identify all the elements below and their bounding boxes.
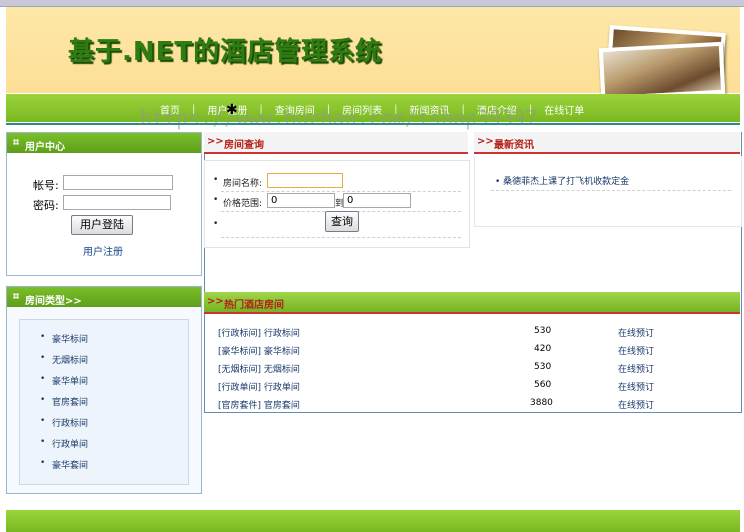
room-type-cell[interactable]: [无烟标间] 无烟标间 [218, 362, 300, 375]
header-banner: 基于.NET的酒店管理系统 [6, 7, 740, 101]
room-type-item[interactable]: • 豪华套间 [40, 458, 88, 471]
news-list: • 桑德菲杰上课了打飞机收款定金 [474, 156, 742, 227]
news-item[interactable]: • 桑德菲杰上课了打飞机收款定金 [495, 174, 629, 187]
room-type-list: • 豪华标间 • 无烟标间 • 豪华单间 • 官房套间 • 行政标间 • 行政单间 • 豪华套… [19, 319, 189, 485]
register-link[interactable]: 用户注册 [83, 243, 123, 258]
price-to-input[interactable] [343, 193, 411, 208]
room-type-item[interactable]: • 豪华标间 [40, 332, 88, 345]
grid-dots-icon [13, 293, 19, 299]
room-query-title: 房间查询 [224, 140, 264, 151]
price-range-label: 价格范围: [223, 199, 263, 209]
row-divider [491, 190, 731, 191]
account-input[interactable] [63, 175, 173, 190]
nav-online-order[interactable]: 在线订单 [544, 102, 584, 117]
news-header: >> 最新资讯 [474, 132, 740, 154]
price-cell: 3880 [530, 398, 553, 408]
user-center-panel: 用户中心 帐号: 密码: 用户登陆 用户注册 [6, 132, 202, 276]
room-type-cell[interactable]: [官房套件] 官房套间 [218, 398, 300, 411]
double-chevron-icon: >> [477, 136, 494, 147]
password-label: 密码: [33, 199, 59, 212]
row-divider [221, 237, 461, 238]
price-from-input[interactable] [267, 193, 335, 208]
book-online-link[interactable]: 在线预订 [618, 344, 654, 357]
room-type-item[interactable]: • 行政标间 [40, 416, 88, 429]
site-title: 基于.NET的酒店管理系统 [68, 37, 383, 67]
hot-rooms-table: [行政标间] 行政标间 530 在线预订 [豪华标间] 豪华标间 420 在线预… [204, 320, 740, 412]
search-button[interactable]: 查询 [325, 211, 359, 232]
room-type-item[interactable]: • 豪华单间 [40, 374, 88, 387]
footer-bar [6, 510, 740, 532]
table-row: [行政标间] 行政标间 530 在线预订 [218, 326, 738, 343]
room-type-cell[interactable]: [行政单间] 行政单间 [218, 380, 300, 393]
hot-rooms-title: 热门酒店房间 [224, 300, 284, 311]
window-top-edge [0, 0, 744, 7]
row-divider [221, 191, 461, 192]
price-cell: 560 [534, 380, 552, 390]
room-type-item[interactable]: • 行政单间 [40, 437, 88, 450]
price-cell: 530 [534, 362, 552, 372]
room-type-header: 房间类型>> [7, 287, 201, 307]
room-type-item[interactable]: • 无烟标间 [40, 353, 88, 366]
hotel-photo [598, 41, 726, 101]
room-type-title: 房间类型>> [25, 296, 82, 307]
login-button[interactable]: 用户登陆 [71, 215, 133, 235]
password-input[interactable] [63, 195, 171, 210]
double-chevron-icon: >> [207, 296, 224, 307]
room-name-input[interactable] [267, 173, 343, 188]
bullet-icon: • [213, 219, 219, 229]
table-row: [无烟标间] 无烟标间 530 在线预订 [218, 362, 738, 379]
news-title: 最新资讯 [494, 140, 534, 151]
table-row: [行政单间] 行政单间 560 在线预订 [218, 380, 738, 397]
book-online-link[interactable]: 在线预订 [618, 362, 654, 375]
room-name-label: 房间名称: [223, 179, 263, 189]
room-type-cell[interactable]: [豪华标间] 豪华标间 [218, 344, 300, 357]
bullet-icon: • [213, 195, 219, 205]
room-query-header: >> 房间查询 [204, 132, 468, 154]
table-row: [官房套件] 官房套间 3880 在线预订 [218, 398, 738, 415]
room-type-panel: 房间类型>> • 豪华标间 • 无烟标间 • 豪华单间 • 官房套间 • 行政标间 • 行政… [6, 286, 202, 494]
hot-rooms-header: >> 热门酒店房间 [204, 292, 740, 314]
watermark-text: https://www.huzhan.com/ishop39397 [140, 106, 538, 130]
room-type-cell[interactable]: [行政标间] 行政标间 [218, 326, 300, 339]
bullet-icon: • [213, 175, 219, 185]
book-online-link[interactable]: 在线预订 [618, 380, 654, 393]
room-query-form: • 房间名称: • 价格范围: 到 • 查询 [204, 160, 470, 248]
double-chevron-icon: >> [207, 136, 224, 147]
price-cell: 530 [534, 326, 552, 336]
book-online-link[interactable]: 在线预订 [618, 326, 654, 339]
grid-dots-icon [13, 139, 19, 145]
nav-divider [6, 123, 740, 125]
table-row: [豪华标间] 豪华标间 420 在线预订 [218, 344, 738, 361]
user-center-header: 用户中心 [7, 133, 201, 153]
busy-cursor-icon: ✱ [226, 102, 238, 118]
account-label: 帐号: [33, 179, 59, 192]
user-center-title: 用户中心 [25, 142, 65, 153]
price-cell: 420 [534, 344, 552, 354]
room-type-item[interactable]: • 官房套间 [40, 395, 88, 408]
book-online-link[interactable]: 在线预订 [618, 398, 654, 411]
